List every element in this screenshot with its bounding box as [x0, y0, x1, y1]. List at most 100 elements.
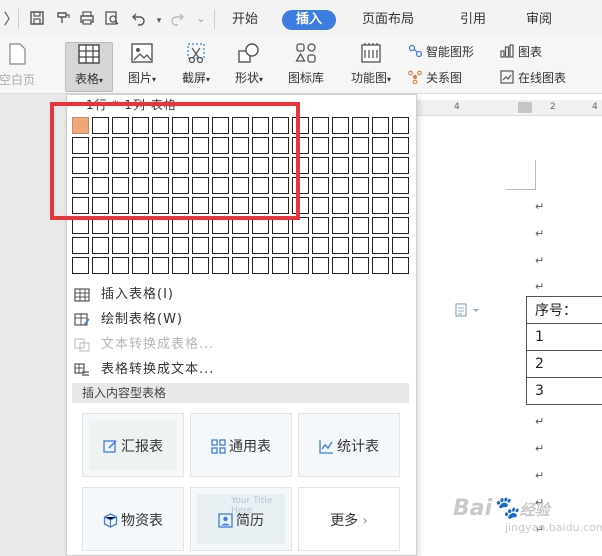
- grid-cell[interactable]: [392, 197, 409, 214]
- grid-cell[interactable]: [112, 257, 129, 274]
- grid-cell[interactable]: [212, 237, 229, 254]
- grid-cell[interactable]: [292, 257, 309, 274]
- grid-cell[interactable]: [372, 217, 389, 234]
- save-icon[interactable]: [28, 10, 46, 28]
- table-row[interactable]: 序号：: [526, 296, 602, 324]
- grid-cell[interactable]: [112, 237, 129, 254]
- grid-cell[interactable]: [152, 237, 169, 254]
- grid-cell[interactable]: [292, 237, 309, 254]
- smart-graphic-button[interactable]: 智能图形: [408, 42, 474, 62]
- table-row[interactable]: 1: [526, 323, 602, 351]
- grid-cell[interactable]: [152, 257, 169, 274]
- grid-cell[interactable]: [392, 117, 409, 134]
- grid-cell[interactable]: [312, 117, 329, 134]
- print-preview-icon[interactable]: [103, 10, 121, 28]
- grid-cell[interactable]: [392, 157, 409, 174]
- grid-cell[interactable]: [332, 197, 349, 214]
- screenshot-button[interactable]: 截屏▾: [172, 42, 220, 86]
- grid-cell[interactable]: [352, 117, 369, 134]
- grid-cell[interactable]: [372, 237, 389, 254]
- grid-cell[interactable]: [352, 137, 369, 154]
- grid-cell[interactable]: [132, 257, 149, 274]
- relation-graph-button[interactable]: 关系图: [408, 68, 462, 88]
- grid-cell[interactable]: [312, 157, 329, 174]
- grid-cell[interactable]: [392, 177, 409, 194]
- grid-cell[interactable]: [352, 177, 369, 194]
- grid-cell[interactable]: [332, 137, 349, 154]
- grid-cell[interactable]: [332, 257, 349, 274]
- statistics-table-template[interactable]: 统计表: [298, 413, 400, 477]
- grid-cell[interactable]: [72, 237, 89, 254]
- grid-cell[interactable]: [352, 257, 369, 274]
- grid-cell[interactable]: [272, 257, 289, 274]
- grid-cell[interactable]: [372, 157, 389, 174]
- grid-cell[interactable]: [192, 257, 209, 274]
- grid-cell[interactable]: [392, 137, 409, 154]
- ruler-indent-marker[interactable]: [518, 102, 532, 113]
- tab-home[interactable]: 开始: [232, 10, 258, 30]
- grid-cell[interactable]: [372, 117, 389, 134]
- print-icon[interactable]: [78, 10, 96, 28]
- format-painter-icon[interactable]: [54, 10, 72, 28]
- grid-cell[interactable]: [312, 197, 329, 214]
- report-table-template[interactable]: 汇报表: [82, 413, 184, 477]
- grid-cell[interactable]: [332, 217, 349, 234]
- grid-cell[interactable]: [352, 237, 369, 254]
- grid-cell[interactable]: [132, 237, 149, 254]
- grid-cell[interactable]: [92, 257, 109, 274]
- tab-references[interactable]: 引用: [460, 10, 486, 30]
- document-table[interactable]: 序号： 1 2 3: [526, 296, 602, 405]
- grid-cell[interactable]: [312, 177, 329, 194]
- function-chart-button[interactable]: 功能图▾: [342, 42, 400, 86]
- undo-dropdown-icon[interactable]: ▾: [150, 12, 168, 30]
- tab-page-layout[interactable]: 页面布局: [362, 10, 414, 30]
- grid-cell[interactable]: [312, 137, 329, 154]
- grid-cell[interactable]: [332, 157, 349, 174]
- table-cell[interactable]: 序号：: [526, 296, 602, 324]
- redo-icon[interactable]: [168, 10, 186, 28]
- grid-cell[interactable]: [192, 237, 209, 254]
- icon-library-button[interactable]: 图标库: [280, 42, 332, 86]
- grid-cell[interactable]: [312, 257, 329, 274]
- picture-button[interactable]: 图片▾: [120, 42, 164, 86]
- grid-cell[interactable]: [272, 237, 289, 254]
- table-row[interactable]: 2: [526, 350, 602, 378]
- table-cell[interactable]: 3: [526, 377, 602, 405]
- paste-options-icon[interactable]: [455, 303, 481, 317]
- grid-cell[interactable]: [312, 237, 329, 254]
- table-row[interactable]: 3: [526, 377, 602, 405]
- chart-button[interactable]: 图表: [500, 42, 542, 62]
- grid-cell[interactable]: [72, 257, 89, 274]
- resume-template[interactable]: Your Title Here 简历: [190, 487, 292, 551]
- grid-cell[interactable]: [312, 217, 329, 234]
- table-button[interactable]: 表格▾: [65, 42, 113, 92]
- more-commands-icon[interactable]: ⌄: [192, 10, 210, 28]
- general-table-template[interactable]: 通用表: [190, 413, 292, 477]
- grid-cell[interactable]: [332, 117, 349, 134]
- grid-cell[interactable]: [252, 257, 269, 274]
- grid-cell[interactable]: [392, 237, 409, 254]
- undo-icon[interactable]: [130, 10, 148, 28]
- grid-cell[interactable]: [172, 237, 189, 254]
- tab-insert[interactable]: 插入: [282, 10, 337, 30]
- grid-cell[interactable]: [232, 237, 249, 254]
- blank-page-button[interactable]: 空白页: [0, 42, 48, 88]
- grid-cell[interactable]: [172, 257, 189, 274]
- table-cell[interactable]: 2: [526, 350, 602, 378]
- horizontal-ruler[interactable]: 4 2 4: [410, 100, 602, 116]
- grid-cell[interactable]: [372, 257, 389, 274]
- more-templates-button[interactable]: 更多 ›: [298, 487, 400, 551]
- shapes-button[interactable]: 形状▾: [226, 42, 272, 86]
- tab-review[interactable]: 审阅: [526, 10, 552, 30]
- grid-cell[interactable]: [372, 197, 389, 214]
- grid-cell[interactable]: [332, 237, 349, 254]
- grid-cell[interactable]: [212, 257, 229, 274]
- table-cell[interactable]: 1: [526, 323, 602, 351]
- grid-cell[interactable]: [352, 217, 369, 234]
- grid-cell[interactable]: [372, 177, 389, 194]
- grid-cell[interactable]: [392, 257, 409, 274]
- online-chart-button[interactable]: 在线图表: [500, 68, 566, 88]
- supplies-table-template[interactable]: 物资表: [82, 487, 184, 551]
- grid-cell[interactable]: [372, 137, 389, 154]
- grid-cell[interactable]: [392, 217, 409, 234]
